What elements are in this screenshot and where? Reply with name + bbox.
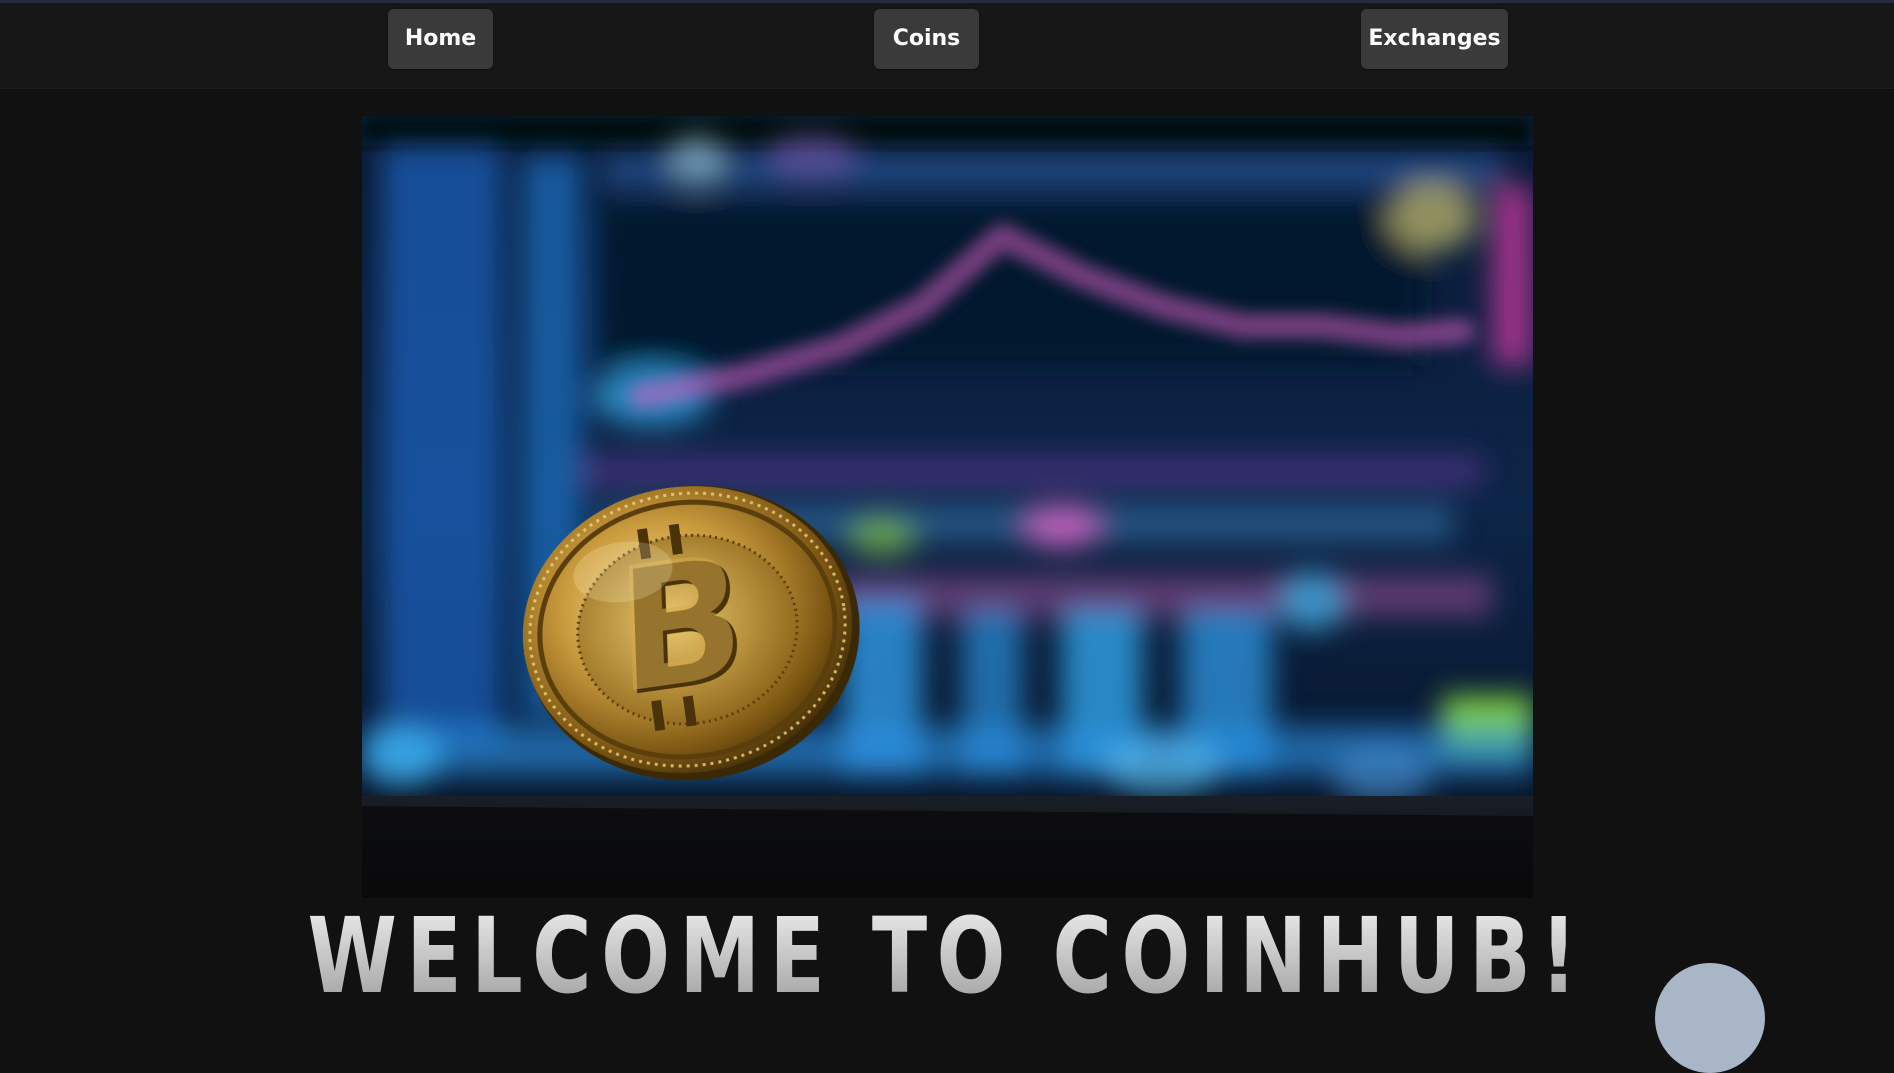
hero-bitcoin-image: B B [362, 116, 1533, 898]
welcome-heading: WELCOME TO COINHUB! [208, 896, 1685, 1016]
nav-home-button[interactable]: Home [388, 9, 493, 69]
nav-coins-button[interactable]: Coins [874, 9, 979, 69]
navbar: Home Coins Exchanges [0, 3, 1894, 89]
scroll-top-button[interactable] [1655, 963, 1765, 1073]
nav-exchanges-button[interactable]: Exchanges [1361, 9, 1508, 69]
